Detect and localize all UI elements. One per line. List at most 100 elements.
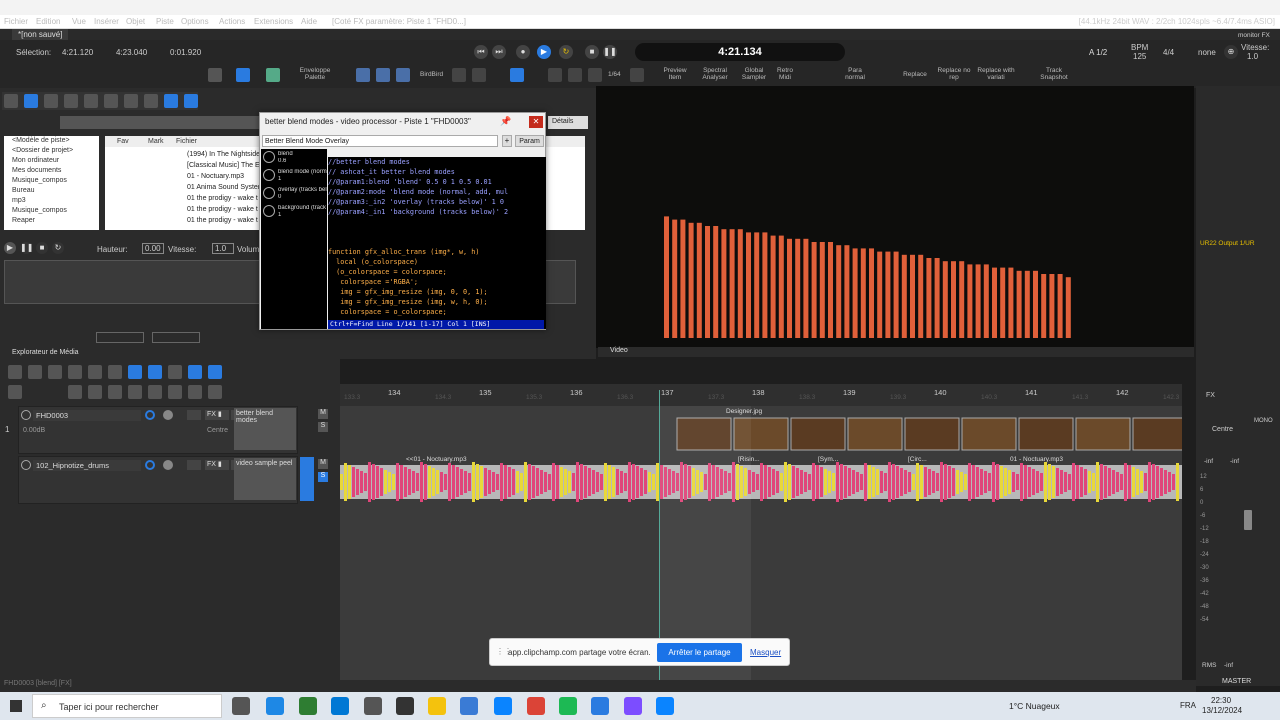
io-icon[interactable]: [187, 410, 201, 420]
menu-actions[interactable]: Actions: [219, 17, 245, 26]
import-icon[interactable]: [28, 365, 42, 379]
file-row[interactable]: 01 the prodigy - wake t: [187, 206, 258, 213]
height-input[interactable]: 0.00: [142, 243, 164, 254]
file-row[interactable]: [Classical Music] The E: [187, 162, 260, 169]
undo-icon[interactable]: [68, 365, 82, 379]
pause-icon[interactable]: ❚❚: [603, 45, 617, 59]
knob-icon[interactable]: [263, 187, 275, 199]
global-sampler-button[interactable]: Global Sampler: [738, 67, 770, 81]
record-icon[interactable]: ●: [516, 45, 530, 59]
notes-icon[interactable]: [104, 94, 118, 108]
tree-item[interactable]: Reaper: [4, 216, 99, 226]
stop-icon[interactable]: ■: [585, 45, 599, 59]
windows-start-icon[interactable]: [10, 700, 22, 712]
param-slider[interactable]: blend 0.6: [263, 149, 327, 167]
spectrum-icon[interactable]: [396, 68, 410, 82]
cut-icon[interactable]: [48, 365, 62, 379]
camera-icon[interactable]: [148, 385, 162, 399]
tree-item[interactable]: <Dossier de projet>: [4, 146, 99, 156]
audio-waveform[interactable]: [340, 454, 1182, 502]
birdbird-button[interactable]: BirdBird: [420, 71, 443, 78]
track-name[interactable]: FHD0003: [33, 410, 141, 421]
track-fx-slot[interactable]: better blend modes: [234, 408, 296, 450]
grid-lines-icon[interactable]: [588, 68, 602, 82]
media-tab-label[interactable]: Explorateur de Média: [12, 349, 79, 356]
pan-knob-icon[interactable]: [163, 410, 173, 420]
clock-date[interactable]: 13/12/2024: [1202, 706, 1242, 715]
hide-button[interactable]: Masquer: [750, 648, 781, 657]
speed-value[interactable]: 1.0: [1247, 52, 1258, 61]
io-icon[interactable]: [187, 460, 201, 470]
tree-item[interactable]: <Modèle de piste>: [4, 136, 99, 146]
reaper-icon[interactable]: [591, 697, 609, 715]
file-row[interactable]: 01 - Noctuary.mp3: [187, 173, 244, 180]
menu-view[interactable]: Vue: [72, 17, 86, 26]
mute-button[interactable]: M: [318, 459, 328, 469]
record-arm-icon[interactable]: [21, 410, 31, 420]
track-snapshot-button[interactable]: Track Snapshot: [1036, 67, 1072, 81]
grid-size[interactable]: 1/64: [608, 71, 621, 78]
menu-insert[interactable]: Insérer: [94, 17, 119, 26]
monitor-icon[interactable]: [236, 68, 250, 82]
monitor-fx-label[interactable]: monitor FX: [1238, 32, 1270, 39]
snap-value[interactable]: none: [1198, 48, 1216, 57]
file-row[interactable]: 01 the prodigy - wake t: [187, 217, 258, 224]
link-icon[interactable]: [148, 365, 162, 379]
preview-field[interactable]: [152, 332, 200, 343]
taskbar-search[interactable]: ⌕ Taper ici pour rechercher: [32, 694, 222, 718]
tree-item[interactable]: Musique_compos: [4, 176, 99, 186]
app-icon[interactable]: [396, 697, 414, 715]
ruler-icon[interactable]: [630, 68, 644, 82]
pause-icon[interactable]: ❚❚: [20, 242, 33, 254]
col-mark[interactable]: Mark: [148, 138, 164, 145]
menu-file[interactable]: Fichier: [4, 17, 28, 26]
go-end-icon[interactable]: ⏭: [492, 45, 506, 59]
menu-options[interactable]: Options: [181, 17, 209, 26]
replace-no-rep-button[interactable]: Replace no rep: [934, 67, 974, 81]
edge-browser-icon[interactable]: [494, 697, 512, 715]
lock-icon[interactable]: [8, 385, 22, 399]
stop-sharing-button[interactable]: Arrêter le partage: [657, 643, 742, 662]
task-view-icon[interactable]: [232, 697, 250, 715]
preview-field[interactable]: [96, 332, 144, 343]
file-row[interactable]: (1994) In The Nightside: [187, 151, 260, 158]
tree-item[interactable]: Mon ordinateur: [4, 156, 99, 166]
envelope-palette-button[interactable]: Enveloppe Palette: [296, 67, 334, 81]
mute-button[interactable]: M: [318, 409, 328, 419]
tree-item[interactable]: mp3: [4, 196, 99, 206]
crop-icon[interactable]: [128, 385, 142, 399]
solo-button[interactable]: S: [318, 422, 328, 432]
output-label[interactable]: UR22 Output 1/UR: [1200, 240, 1255, 247]
para-normal-button[interactable]: Para normal: [838, 67, 872, 81]
snap-icon[interactable]: [188, 365, 202, 379]
preset-select[interactable]: Better Blend Mode Overlay: [262, 135, 498, 147]
mail-icon[interactable]: [331, 697, 349, 715]
selection-end[interactable]: 4:23.040: [116, 48, 147, 57]
speed-input[interactable]: 1.0: [212, 243, 234, 254]
menu-track[interactable]: Piste: [156, 17, 174, 26]
explorer-icon[interactable]: [428, 697, 446, 715]
menu-help[interactable]: Aide: [301, 17, 317, 26]
tempo-icon[interactable]: [64, 94, 78, 108]
menu-object[interactable]: Objet: [126, 17, 145, 26]
preview-item-button[interactable]: Preview Item: [660, 67, 690, 81]
file-row[interactable]: 01 Anima Sound Syster: [187, 184, 260, 191]
weather[interactable]: 1°C Nuageux: [1009, 701, 1060, 711]
app2-icon[interactable]: [656, 697, 674, 715]
record-arm-icon[interactable]: [21, 460, 31, 470]
edge-icon[interactable]: [299, 697, 317, 715]
auto-play-icon[interactable]: [24, 94, 38, 108]
bpm-value[interactable]: 125: [1133, 52, 1146, 61]
split-icon[interactable]: [68, 385, 82, 399]
brush-icon[interactable]: [266, 68, 280, 82]
knob-icon[interactable]: [263, 169, 275, 181]
add-preset-button[interactable]: +: [502, 135, 512, 147]
wave-icon[interactable]: [84, 94, 98, 108]
chrome-icon[interactable]: [527, 697, 545, 715]
go-start-icon[interactable]: ⏮: [474, 45, 488, 59]
mono-label[interactable]: MONO: [1254, 418, 1273, 424]
selection-length[interactable]: 0:01.920: [170, 48, 201, 57]
knob-icon[interactable]: [263, 151, 275, 163]
calculator-icon[interactable]: [364, 697, 382, 715]
edit-icon[interactable]: [188, 385, 202, 399]
